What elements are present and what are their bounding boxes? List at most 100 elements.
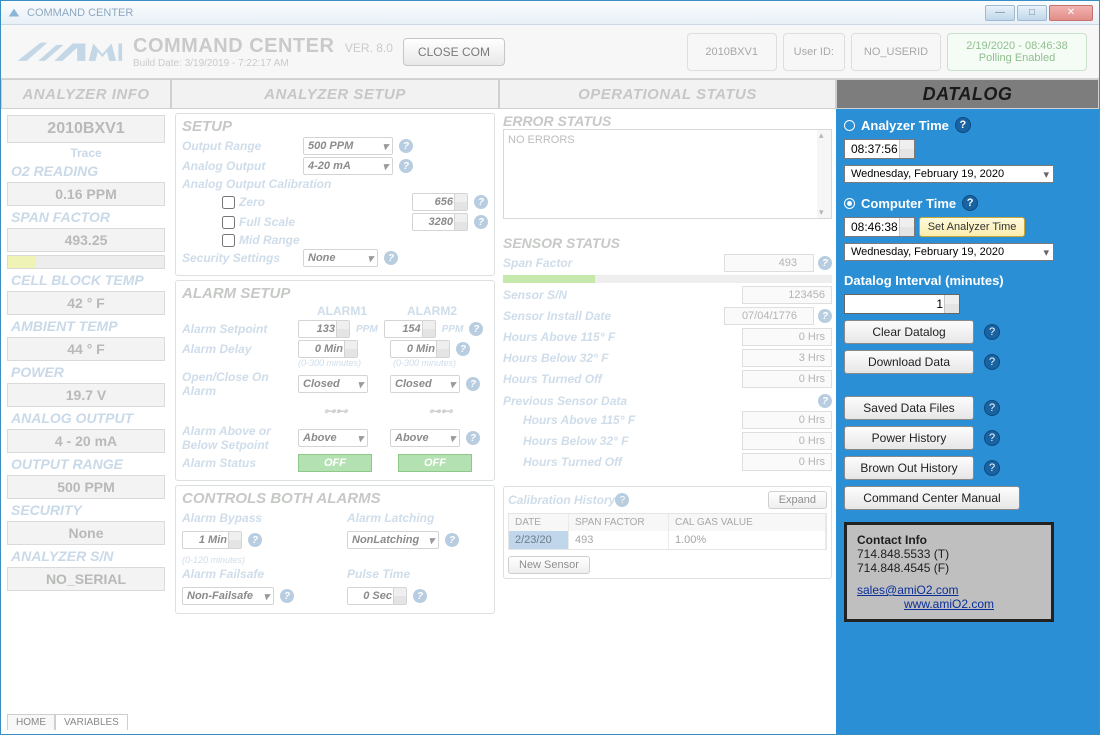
zero-check[interactable]: Zero bbox=[222, 195, 265, 209]
span-value: 493.25 bbox=[7, 228, 165, 252]
new-sensor-button[interactable]: New Sensor bbox=[508, 556, 590, 574]
sec-label: SECURITY bbox=[7, 502, 165, 518]
alarm-status-label: Alarm Status bbox=[182, 456, 292, 470]
computer-time-input[interactable]: 08:46:38 bbox=[844, 217, 915, 237]
tab-home[interactable]: HOME bbox=[7, 714, 55, 730]
help-icon[interactable]: ? bbox=[984, 400, 1000, 416]
error-title: ERROR STATUS bbox=[503, 113, 832, 129]
help-icon[interactable]: ? bbox=[248, 533, 262, 547]
help-icon[interactable]: ? bbox=[474, 215, 488, 229]
prev-hb-label: Hours Below 32° F bbox=[523, 434, 742, 448]
help-icon[interactable]: ? bbox=[399, 159, 413, 173]
help-icon[interactable]: ? bbox=[399, 139, 413, 153]
help-icon[interactable]: ? bbox=[984, 324, 1000, 340]
expand-button[interactable]: Expand bbox=[768, 491, 827, 509]
pulse-spin[interactable]: 0 Sec bbox=[347, 587, 407, 605]
alarm2-delay[interactable]: 0 Min bbox=[390, 340, 450, 358]
zero-spin[interactable]: 656 bbox=[412, 193, 468, 211]
computer-time-radio[interactable]: Computer Time? bbox=[844, 195, 1091, 211]
col-header-analyzer-info[interactable]: ANALYZER INFO bbox=[1, 79, 171, 109]
error-scrollbar[interactable] bbox=[817, 130, 831, 218]
help-icon[interactable]: ? bbox=[384, 251, 398, 265]
hours-off-label: Hours Turned Off bbox=[503, 372, 742, 386]
sn-value: NO_SERIAL bbox=[7, 567, 165, 591]
minimize-button[interactable]: — bbox=[985, 5, 1015, 21]
analog-output-select[interactable]: 4-20 mA bbox=[303, 157, 393, 175]
prev-ho-value: 0 Hrs bbox=[742, 453, 832, 471]
analyzer-date-select[interactable]: Wednesday, February 19, 2020 bbox=[844, 165, 1054, 183]
span-factor-value[interactable]: 493 bbox=[724, 254, 814, 272]
maximize-button[interactable]: □ bbox=[1017, 5, 1047, 21]
install-date-value[interactable]: 07/04/1776 bbox=[724, 307, 814, 325]
fullscale-spin[interactable]: 3280 bbox=[412, 213, 468, 231]
midrange-check[interactable]: Mid Range bbox=[222, 233, 300, 247]
manual-button[interactable]: Command Center Manual bbox=[844, 486, 1020, 510]
app-title: COMMAND CENTER bbox=[133, 35, 334, 57]
help-icon[interactable]: ? bbox=[445, 533, 459, 547]
failsafe-select[interactable]: Non-Failsafe bbox=[182, 587, 274, 605]
tab-variables[interactable]: VARIABLES bbox=[55, 714, 128, 730]
alarm1-ab[interactable]: Above bbox=[298, 429, 368, 447]
help-icon[interactable]: ? bbox=[280, 589, 294, 603]
close-com-button[interactable]: CLOSE COM bbox=[403, 38, 505, 66]
polling-status-box: 2/19/2020 - 08:46:38 Polling Enabled bbox=[947, 33, 1087, 71]
help-icon[interactable]: ? bbox=[984, 354, 1000, 370]
cal-td-cal: 1.00% bbox=[669, 531, 826, 549]
help-icon[interactable]: ? bbox=[615, 493, 629, 507]
power-history-button[interactable]: Power History bbox=[844, 426, 974, 450]
amb-label: AMBIENT TEMP bbox=[7, 318, 165, 334]
help-icon[interactable]: ? bbox=[413, 589, 427, 603]
download-data-button[interactable]: Download Data bbox=[844, 350, 974, 374]
close-button[interactable]: ✕ bbox=[1049, 5, 1093, 21]
interval-input[interactable]: 1 bbox=[844, 294, 960, 314]
model-value: 2010BXV1 bbox=[7, 115, 165, 143]
help-icon[interactable]: ? bbox=[466, 377, 480, 391]
help-icon[interactable]: ? bbox=[962, 195, 978, 211]
cbt-value: 42 ° F bbox=[7, 291, 165, 315]
cal-row[interactable]: 2/23/20 493 1.00% bbox=[509, 531, 826, 549]
clear-datalog-button[interactable]: Clear Datalog bbox=[844, 320, 974, 344]
computer-date-select[interactable]: Wednesday, February 19, 2020 bbox=[844, 243, 1054, 261]
alarm2-setpoint[interactable]: 154 bbox=[384, 320, 436, 338]
contact-info: Contact Info 714.848.5533 (T) 714.848.45… bbox=[844, 522, 1054, 622]
saved-data-files-button[interactable]: Saved Data Files bbox=[844, 396, 974, 420]
latch-select[interactable]: NonLatching bbox=[347, 531, 439, 549]
col-header-datalog[interactable]: DATALOG bbox=[836, 79, 1099, 109]
alarm1-setpoint[interactable]: 133 bbox=[298, 320, 350, 338]
column-headers: ANALYZER INFO ANALYZER SETUP OPERATIONAL… bbox=[1, 79, 1099, 109]
set-analyzer-time-button[interactable]: Set Analyzer Time bbox=[919, 217, 1026, 237]
alarm1-oc[interactable]: Closed bbox=[298, 375, 368, 393]
help-icon[interactable]: ? bbox=[818, 394, 832, 408]
sn-label: ANALYZER S/N bbox=[7, 548, 165, 564]
help-icon[interactable]: ? bbox=[456, 342, 470, 356]
help-icon[interactable]: ? bbox=[474, 195, 488, 209]
help-icon[interactable]: ? bbox=[984, 430, 1000, 446]
alarm1-delay[interactable]: 0 Min bbox=[298, 340, 358, 358]
alarm2-ab[interactable]: Above bbox=[390, 429, 460, 447]
error-box[interactable]: NO ERRORS bbox=[503, 129, 832, 219]
ami-logo bbox=[13, 38, 123, 66]
bypass-spin[interactable]: 1 Min bbox=[182, 531, 242, 549]
openclose-label: Open/Close On Alarm bbox=[182, 370, 292, 398]
security-select[interactable]: None bbox=[303, 249, 378, 267]
help-icon[interactable]: ? bbox=[469, 322, 483, 336]
help-icon[interactable]: ? bbox=[955, 117, 971, 133]
help-icon[interactable]: ? bbox=[984, 460, 1000, 476]
analyzer-time-radio[interactable]: Analyzer Time? bbox=[844, 117, 1091, 133]
col-header-analyzer-setup[interactable]: ANALYZER SETUP bbox=[171, 79, 499, 109]
cbt-label: CELL BLOCK TEMP bbox=[7, 272, 165, 288]
cal-th-span: SPAN FACTOR bbox=[569, 514, 669, 531]
contact-email-link[interactable]: sales@amiO2.com bbox=[857, 583, 959, 597]
amb-value: 44 ° F bbox=[7, 337, 165, 361]
fullscale-check[interactable]: Full Scale bbox=[222, 215, 295, 229]
help-icon[interactable]: ? bbox=[818, 309, 832, 323]
alarm2-oc[interactable]: Closed bbox=[390, 375, 460, 393]
brownout-history-button[interactable]: Brown Out History bbox=[844, 456, 974, 480]
output-range-select[interactable]: 500 PPM bbox=[303, 137, 393, 155]
analyzer-time-input[interactable]: 08:37:56 bbox=[844, 139, 915, 159]
contact-web-link[interactable]: www.amiO2.com bbox=[904, 597, 994, 611]
col-header-op-status[interactable]: OPERATIONAL STATUS bbox=[499, 79, 836, 109]
help-icon[interactable]: ? bbox=[466, 431, 480, 445]
above-below-label: Alarm Above or Below Setpoint bbox=[182, 424, 292, 452]
help-icon[interactable]: ? bbox=[818, 256, 832, 270]
